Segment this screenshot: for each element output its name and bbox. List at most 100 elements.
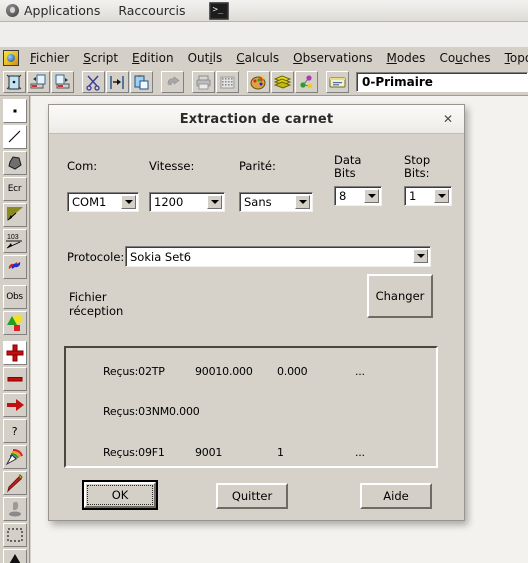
- polygon-tool[interactable]: [2, 151, 27, 175]
- log-line: Reçus:03NM0.000: [70, 392, 436, 433]
- import-document-icon[interactable]: [27, 71, 50, 93]
- vitesse-select-value: 1200: [154, 195, 184, 209]
- vitesse-select[interactable]: 1200: [149, 192, 225, 212]
- add-tool[interactable]: [2, 341, 27, 365]
- menu-outils[interactable]: Outils: [181, 49, 230, 68]
- log-col-2: 1: [276, 446, 284, 460]
- chevron-down-icon[interactable]: [434, 189, 449, 203]
- log-col-0: Reçus:09F1: [102, 446, 165, 460]
- protocol-select[interactable]: Sokia Set6: [125, 246, 431, 267]
- undo-arrow-icon[interactable]: [161, 71, 184, 93]
- shapes-tool[interactable]: [2, 311, 27, 335]
- dialog-body: Com: COM1 Vitesse: 1200 Parité: Sans Dat…: [49, 134, 464, 520]
- menu-modes[interactable]: Modes: [379, 49, 432, 68]
- dialog-titlebar[interactable]: Extraction de carnet ✕: [49, 105, 464, 134]
- text-tool[interactable]: Ecr: [2, 177, 27, 201]
- print-icon[interactable]: [192, 71, 215, 93]
- point-tool[interactable]: [2, 99, 27, 123]
- log-col-3: ...: [354, 446, 365, 460]
- chevron-down-icon[interactable]: [295, 195, 310, 209]
- data-bits-select[interactable]: 8: [334, 186, 382, 206]
- dialog-title: Extraction de carnet: [179, 111, 334, 127]
- help-tool[interactable]: ?: [2, 419, 27, 443]
- application-icon: [3, 50, 19, 66]
- extraction-dialog: Extraction de carnet ✕ Com: COM1 Vitesse…: [48, 104, 465, 521]
- observation-tool[interactable]: Obs: [2, 285, 27, 309]
- com-select[interactable]: COM1: [67, 192, 139, 212]
- mail-icon[interactable]: [326, 71, 349, 93]
- quitter-button[interactable]: Quitter: [216, 483, 288, 509]
- protocol-select-value: Sokia Set6: [130, 249, 192, 264]
- grid-icon[interactable]: [216, 71, 239, 93]
- protocol-label: Protocole:: [67, 250, 125, 264]
- changer-button[interactable]: Changer: [367, 274, 433, 318]
- log-col-1: 9001: [194, 446, 223, 460]
- new-document-icon[interactable]: [3, 71, 26, 93]
- select-rect-tool[interactable]: [2, 523, 27, 547]
- shortcuts-menu-label: Raccourcis: [118, 3, 186, 18]
- nodes-icon[interactable]: [295, 71, 318, 93]
- pencil-tool[interactable]: [2, 471, 27, 495]
- distance-tool[interactable]: 103: [2, 229, 27, 253]
- menu-couches[interactable]: Couches: [432, 49, 497, 68]
- gnome-foot-icon: [6, 4, 19, 17]
- quitter-button-label: Quitter: [231, 489, 273, 503]
- log-col-0: Reçus:03NM0.000: [102, 405, 200, 419]
- cut-scissors-icon[interactable]: [82, 71, 105, 93]
- layers-icon[interactable]: [271, 71, 294, 93]
- line-tool[interactable]: [2, 125, 27, 149]
- reception-log[interactable]: Reçus:02TP 90010.000 0.000... Reçus:03NM0.…: [64, 346, 438, 468]
- close-icon[interactable]: ✕: [440, 111, 456, 127]
- field-stop-bits: Stop Bits: 1: [404, 154, 466, 206]
- applications-menu[interactable]: Applications: [6, 3, 100, 18]
- aide-button-label: Aide: [383, 489, 409, 503]
- menu-edition[interactable]: Edition: [125, 49, 181, 68]
- field-data-bits: Data Bits 8: [334, 154, 396, 206]
- move-tool[interactable]: [2, 393, 27, 417]
- palette-icon[interactable]: [247, 71, 270, 93]
- ok-button[interactable]: OK: [82, 480, 158, 510]
- field-com-label: Com:: [67, 159, 98, 173]
- com-select-value: COM1: [72, 195, 107, 209]
- tools-sidebar: Ecr 103 Obs ?: [0, 96, 30, 563]
- angle-tool[interactable]: [2, 203, 27, 227]
- log-line: Reçus:02TP 90010.000 0.000...: [70, 351, 436, 392]
- log-col-3: ...: [354, 364, 365, 378]
- log-line: Reçus:09F1 9001 1...: [70, 433, 436, 466]
- paste-clipboard-icon[interactable]: [130, 71, 153, 93]
- menu-calculs[interactable]: Calculs: [229, 49, 286, 68]
- field-com: Com: COM1: [67, 160, 143, 212]
- chevron-down-icon[interactable]: [207, 195, 222, 209]
- export-document-icon[interactable]: [51, 71, 74, 93]
- link-tool[interactable]: [2, 255, 27, 279]
- applications-menu-label: Applications: [24, 3, 101, 18]
- menu-bar: Fichier Script Edition Outils Calculs Ob…: [0, 47, 528, 70]
- field-data-bits-label: Data Bits: [334, 153, 362, 180]
- chevron-down-icon[interactable]: [364, 189, 379, 203]
- remove-tool[interactable]: [2, 367, 27, 391]
- chevron-down-icon[interactable]: [413, 249, 428, 263]
- stop-bits-select-value: 1: [409, 189, 417, 203]
- menu-script[interactable]: Script: [76, 49, 125, 68]
- chevron-down-icon[interactable]: [121, 195, 136, 209]
- color-tool[interactable]: [2, 445, 27, 469]
- aide-button[interactable]: Aide: [360, 483, 432, 509]
- field-vitesse-label: Vitesse:: [149, 159, 195, 173]
- parite-select[interactable]: Sans: [239, 192, 313, 212]
- stamp-tool[interactable]: [2, 497, 27, 521]
- field-parite: Parité: Sans: [239, 160, 319, 212]
- shortcuts-menu[interactable]: Raccourcis: [118, 3, 185, 18]
- field-parite-label: Parité:: [239, 159, 276, 173]
- terminal-icon[interactable]: [209, 1, 230, 20]
- ok-button-label: OK: [111, 488, 129, 502]
- menu-fichier[interactable]: Fichier: [23, 49, 76, 68]
- stop-bits-select[interactable]: 1: [404, 186, 452, 206]
- menu-topologie[interactable]: Topologie: [498, 49, 528, 68]
- pointer-tool[interactable]: [2, 549, 27, 563]
- parite-select-value: Sans: [244, 195, 272, 209]
- main-toolbar: 0-Primaire: [0, 69, 528, 96]
- menu-observations[interactable]: Observations: [286, 49, 379, 68]
- layer-name-field[interactable]: 0-Primaire: [356, 72, 528, 92]
- mirror-flip-icon[interactable]: [106, 71, 129, 93]
- desktop-top-panel: Applications Raccourcis: [0, 0, 528, 22]
